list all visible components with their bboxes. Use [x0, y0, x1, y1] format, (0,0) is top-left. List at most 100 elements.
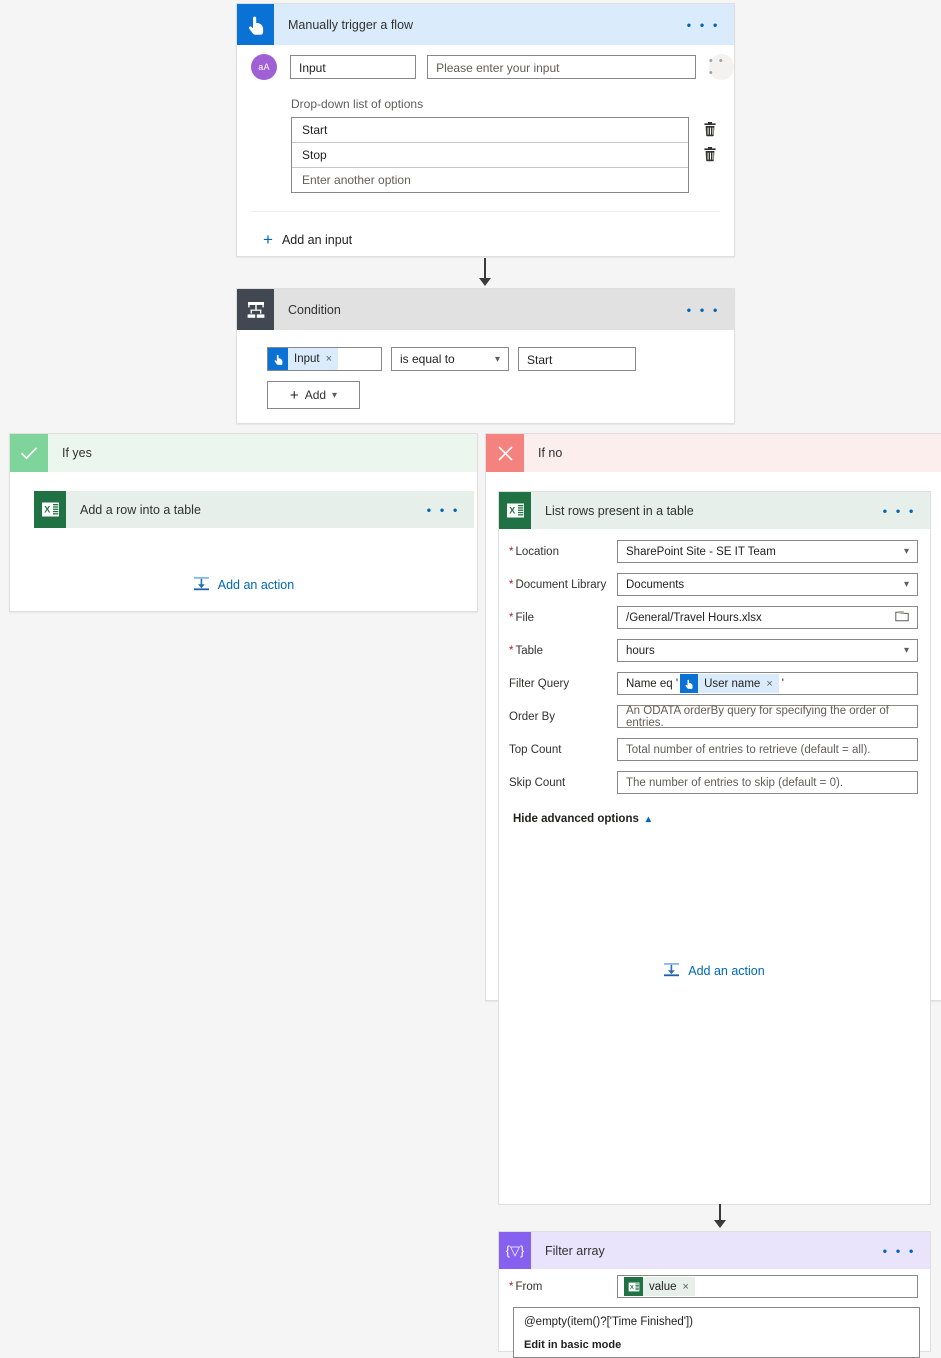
- filter-array-glyph: {▽}: [505, 1242, 525, 1258]
- condition-add-label: Add: [304, 388, 327, 402]
- input-token-label: Input: [294, 353, 320, 365]
- token-remove-button[interactable]: ×: [683, 1281, 689, 1293]
- value-token-label: value: [649, 1280, 677, 1293]
- dropdown-option-item[interactable]: Start: [292, 118, 688, 143]
- close-icon: [486, 434, 524, 472]
- order-by-label: Order By: [509, 710, 556, 723]
- trigger-menu-button[interactable]: • • •: [687, 18, 720, 31]
- add-input-button[interactable]: + Add an input: [237, 231, 734, 248]
- add-row-action-header[interactable]: X Add a row into a table • • •: [34, 491, 474, 528]
- condition-operator-select[interactable]: is equal to ▾: [391, 347, 509, 371]
- filter-array-action-header[interactable]: {▽} Filter array • • •: [499, 1232, 930, 1269]
- add-input-label: Add an input: [281, 232, 353, 247]
- svg-text:X: X: [630, 1284, 634, 1290]
- filter-array-expression: @empty(item()?['Time Finished']): [524, 1316, 694, 1328]
- user-name-token-label: User name: [704, 677, 761, 690]
- table-label: * Table: [509, 644, 543, 657]
- token-remove-button[interactable]: ×: [326, 353, 332, 365]
- chevron-down-icon: ▾: [903, 546, 909, 557]
- svg-text:X: X: [44, 505, 50, 515]
- condition-right-operand[interactable]: Start: [518, 347, 636, 371]
- document-library-select[interactable]: Documents ▾: [617, 573, 918, 596]
- if-no-add-action-button[interactable]: Add an action: [486, 962, 941, 980]
- location-value: SharePoint Site - SE IT Team: [626, 545, 776, 558]
- dropdown-option-item[interactable]: Stop: [292, 143, 688, 168]
- add-row-action-title: Add a row into a table: [80, 502, 201, 517]
- filter-array-icon: {▽}: [499, 1232, 531, 1269]
- required-marker: *: [509, 644, 514, 657]
- user-name-token[interactable]: User name ×: [680, 674, 779, 693]
- field-row-location: * Location SharePoint Site - SE IT Team ▾: [499, 539, 930, 564]
- if-no-label: If no: [538, 446, 563, 460]
- location-label: * Location: [509, 545, 559, 558]
- top-count-label: Top Count: [509, 743, 562, 756]
- value-token[interactable]: X value ×: [624, 1277, 695, 1296]
- connector-arrow: [479, 258, 491, 286]
- dropdown-new-option-field[interactable]: Enter another option: [292, 168, 688, 192]
- table-value: hours: [626, 644, 655, 657]
- list-rows-action-menu-button[interactable]: • • •: [883, 504, 916, 517]
- filter-query-prefix: Name eq ': [626, 677, 679, 690]
- insert-action-icon: [663, 962, 680, 980]
- skip-count-field[interactable]: The number of entries to skip (default =…: [617, 771, 918, 794]
- input-row-menu-button[interactable]: • • •: [708, 54, 734, 80]
- if-yes-add-action-button[interactable]: Add an action: [10, 576, 477, 594]
- top-count-field[interactable]: Total number of entries to retrieve (def…: [617, 738, 918, 761]
- add-row-action-menu-button[interactable]: • • •: [427, 503, 460, 516]
- list-rows-action-header[interactable]: X List rows present in a table • • •: [499, 492, 930, 529]
- excel-icon: X: [499, 492, 531, 529]
- condition-left-operand[interactable]: Input ×: [267, 347, 382, 371]
- add-row-action-card[interactable]: X Add a row into a table • • •: [34, 491, 474, 528]
- edit-in-basic-mode-link[interactable]: Edit in basic mode: [524, 1339, 909, 1351]
- touch-trigger-icon: [237, 4, 274, 45]
- token-remove-button[interactable]: ×: [766, 678, 772, 690]
- connector-arrow: [714, 1204, 726, 1228]
- trigger-divider: [251, 211, 720, 212]
- field-row-file: * File /General/Travel Hours.xlsx: [499, 605, 930, 630]
- field-row-filter-query: Filter Query Name eq ' User name × ': [499, 671, 930, 696]
- dropdown-options-list: Start Stop Enter another option: [291, 117, 689, 193]
- trigger-body: aA Input Please enter your input • • • D…: [237, 45, 734, 248]
- condition-expression-row: Input × is equal to ▾ Start: [237, 330, 734, 371]
- advanced-options-toggle[interactable]: Hide advanced options ▴: [499, 813, 930, 825]
- filter-array-action-card[interactable]: {▽} Filter array • • • * From X value × …: [498, 1231, 931, 1358]
- trash-icon[interactable]: [703, 146, 717, 162]
- filter-array-expression-box[interactable]: @empty(item()?['Time Finished']) Edit in…: [513, 1307, 920, 1358]
- dropdown-options-section: Drop-down list of options Start Stop Ent…: [237, 97, 734, 193]
- condition-card-header[interactable]: Condition • • •: [237, 289, 734, 330]
- trash-icon[interactable]: [703, 121, 717, 137]
- file-field[interactable]: /General/Travel Hours.xlsx: [617, 606, 918, 629]
- svg-text:X: X: [509, 506, 515, 516]
- list-rows-action-title: List rows present in a table: [545, 503, 694, 518]
- condition-add-button[interactable]: + Add ▾: [267, 381, 360, 409]
- trigger-card-header[interactable]: Manually trigger a flow • • •: [237, 4, 734, 45]
- filter-array-action-menu-button[interactable]: • • •: [883, 1244, 916, 1257]
- field-row-order-by: Order By An ODATA orderBy query for spec…: [499, 704, 930, 729]
- condition-card[interactable]: Condition • • • Input × is equal to ▾ St…: [236, 288, 735, 424]
- folder-icon[interactable]: [895, 610, 909, 625]
- input-definition-row: aA Input Please enter your input • • •: [237, 45, 734, 80]
- dropdown-options-label: Drop-down list of options: [291, 97, 424, 111]
- document-library-label: * Document Library: [509, 578, 607, 591]
- filter-query-suffix: ': [781, 677, 784, 690]
- trigger-card[interactable]: Manually trigger a flow • • • aA Input P…: [236, 3, 735, 257]
- input-token[interactable]: Input ×: [268, 348, 339, 370]
- condition-menu-button[interactable]: • • •: [687, 303, 720, 316]
- if-no-add-action-label: Add an action: [688, 964, 765, 978]
- input-name-field[interactable]: Input: [290, 55, 417, 79]
- field-row-document-library: * Document Library Documents ▾: [499, 572, 930, 597]
- list-rows-action-card[interactable]: X List rows present in a table • • • * Lo…: [498, 491, 931, 1205]
- order-by-field[interactable]: An ODATA orderBy query for specifying th…: [617, 705, 918, 729]
- filter-array-action-title: Filter array: [545, 1243, 605, 1258]
- filter-query-field[interactable]: Name eq ' User name × ': [617, 672, 918, 695]
- file-value: /General/Travel Hours.xlsx: [626, 611, 762, 624]
- input-description-field[interactable]: Please enter your input: [427, 55, 696, 79]
- chevron-down-icon: ▾: [903, 579, 909, 590]
- location-select[interactable]: SharePoint Site - SE IT Team ▾: [617, 540, 918, 563]
- from-field[interactable]: X value ×: [617, 1275, 918, 1298]
- field-row-skip-count: Skip Count The number of entries to skip…: [499, 770, 930, 795]
- table-select[interactable]: hours ▾: [617, 639, 918, 662]
- plus-icon: +: [289, 386, 299, 404]
- condition-operator-value: is equal to: [400, 352, 455, 366]
- field-row-top-count: Top Count Total number of entries to ret…: [499, 737, 930, 762]
